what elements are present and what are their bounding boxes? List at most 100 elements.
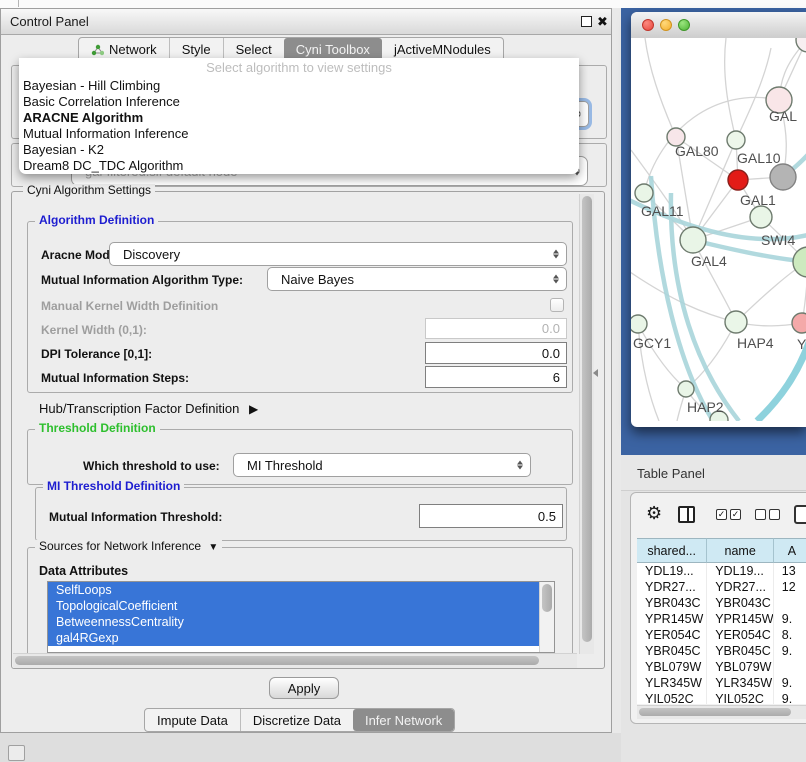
dropdown-placeholder: Select algorithm to view settings [19, 58, 579, 78]
node-label-gal1: GAL1 [740, 192, 776, 208]
sources-toggle[interactable]: Sources for Network Inference ▼ [35, 540, 222, 554]
table-cell: 8. [774, 627, 806, 643]
float-window-icon[interactable] [581, 16, 592, 27]
combo-arrows-icon [517, 461, 523, 470]
dpi-tolerance-label: DPI Tolerance [0,1]: [41, 347, 152, 361]
algorithm-option[interactable]: Bayesian - K2 [19, 142, 579, 158]
checked-box-icon: ✓ [716, 509, 727, 520]
table-toolbar: ⚙ ✓ ✓ [631, 493, 806, 537]
tab-label: Select [236, 42, 272, 57]
tab-label: Cyni Toolbox [296, 42, 370, 57]
table-cell: YDL19... [707, 563, 774, 579]
zoom-traffic-light-icon[interactable] [678, 19, 690, 31]
attribute-item[interactable]: gal4RGexp [48, 630, 554, 646]
expand-right-icon: ▶ [249, 402, 258, 416]
bottom-tab-impute-data[interactable]: Impute Data [145, 709, 240, 731]
select-all-icon[interactable]: ✓ ✓ [716, 509, 741, 520]
dock-mini-button[interactable] [8, 745, 25, 761]
close-traffic-light-icon[interactable] [642, 19, 654, 31]
which-threshold-combobox[interactable]: MI Threshold [233, 453, 531, 477]
table-cell: YIL052C [707, 691, 774, 704]
attributes-vertical-scrollbar[interactable] [539, 582, 554, 652]
sources-title: Sources for Network Inference [39, 539, 201, 553]
algorithm-option[interactable]: ARACNE Algorithm [19, 110, 579, 126]
mi-steps-field[interactable]: 6 [425, 366, 567, 388]
which-threshold-value: MI Threshold [247, 458, 323, 473]
bottom-tab-discretize-data[interactable]: Discretize Data [240, 709, 353, 731]
network-window: GALGAL80GAL10GAL1GAL11SWI4GAL4GCY1HAP4YH… [631, 12, 806, 427]
node-label-gcy1: GCY1 [633, 335, 671, 351]
mi-steps-value: 6 [553, 370, 560, 385]
table-cell: YLR345W [637, 675, 707, 691]
manual-kernel-checkbox[interactable] [550, 298, 564, 312]
table-row[interactable]: YBR045CYBR045C9. [637, 643, 806, 659]
algorithm-option[interactable]: Bayesian - Hill Climbing [19, 78, 579, 94]
mi-threshold-label: Mutual Information Threshold: [49, 510, 222, 524]
scrollbar-thumb[interactable] [582, 196, 592, 642]
table-cell: YDR27... [707, 579, 774, 595]
table-cell: 9. [774, 611, 806, 627]
column-header-2[interactable]: name [707, 538, 774, 563]
column-layout-icon[interactable] [678, 506, 695, 523]
table-cell: 9. [774, 691, 806, 704]
algorithm-option[interactable]: Mutual Information Inference [19, 126, 579, 142]
table-cell: YBL079W [707, 659, 774, 675]
table-cell: YIL052C [637, 691, 707, 704]
column-header-1[interactable]: shared... [637, 538, 707, 563]
control-panel: Control Panel ✖ NetworkStyleSelectCyni T… [0, 8, 612, 733]
table-cell: YPR145W [637, 611, 707, 627]
table-row[interactable]: YBL079WYBL079W [637, 659, 806, 675]
table-cell: 12 [774, 579, 806, 595]
network-window-titlebar[interactable] [631, 12, 806, 39]
network-canvas[interactable]: GALGAL80GAL10GAL1GAL11SWI4GAL4GCY1HAP4YH… [631, 38, 806, 421]
aracne-mode-combobox[interactable]: Discovery [109, 242, 567, 266]
node-label-gal4: GAL4 [691, 253, 727, 269]
table-cell: YBR045C [637, 643, 707, 659]
table-row[interactable]: YLR345WYLR345W9. [637, 675, 806, 691]
scrollbar-thumb[interactable] [542, 584, 552, 612]
settings-vertical-scrollbar[interactable] [579, 194, 594, 654]
table-row[interactable]: YIL052CYIL052C9. [637, 691, 806, 704]
scrollbar-thumb[interactable] [639, 708, 791, 716]
table-cell: YER054C [637, 627, 707, 643]
close-icon[interactable]: ✖ [597, 15, 608, 29]
table-horizontal-scrollbar[interactable] [637, 705, 806, 719]
column-header-3[interactable]: A [774, 538, 806, 563]
algorithm-option[interactable]: Dream8 DC_TDC Algorithm [19, 158, 579, 174]
scrollbar-thumb[interactable] [15, 656, 539, 665]
tab-label: Network [109, 42, 157, 57]
table-cell: 9. [774, 675, 806, 691]
deselect-all-icon[interactable] [755, 509, 780, 520]
bottom-tab-infer-network[interactable]: Infer Network [353, 709, 454, 731]
attribute-item[interactable]: SelfLoops [48, 582, 554, 598]
settings-horizontal-scrollbar[interactable] [13, 653, 577, 668]
dpi-tolerance-field[interactable]: 0.0 [425, 342, 567, 364]
table-row[interactable]: YER054CYER054C8. [637, 627, 806, 643]
table-cell: YBR043C [637, 595, 707, 611]
clipped-toolbar-icon[interactable] [794, 505, 806, 524]
table-row[interactable]: YDL19...YDL19...13 [637, 563, 806, 579]
mi-type-combobox[interactable]: Naive Bayes [267, 267, 567, 291]
attribute-item[interactable]: BetweennessCentrality [48, 614, 554, 630]
node-label-swi4: SWI4 [761, 232, 795, 248]
mi-type-value: Naive Bayes [281, 272, 354, 287]
algorithm-option[interactable]: Basic Correlation Inference [19, 94, 579, 110]
table-row[interactable]: YBR043CYBR043C [637, 595, 806, 611]
tab-label: Style [182, 42, 211, 57]
table-row[interactable]: YDR27...YDR27...12 [637, 579, 806, 595]
top-strip-tick [18, 0, 19, 7]
minimize-traffic-light-icon[interactable] [660, 19, 672, 31]
hub-definition-label: Hub/Transcription Factor Definition [39, 401, 239, 416]
hub-definition-toggle[interactable]: Hub/Transcription Factor Definition ▶ [39, 401, 258, 416]
table-row[interactable]: YPR145WYPR145W9. [637, 611, 806, 627]
data-attributes-list: SelfLoopsTopologicalCoefficientBetweenne… [47, 581, 555, 653]
expand-down-icon: ▼ [208, 542, 218, 553]
settings-gear-icon[interactable]: ⚙ [646, 503, 662, 524]
which-threshold-label: Which threshold to use: [83, 459, 220, 473]
network-icon [91, 44, 104, 56]
splitter-handle[interactable] [593, 369, 598, 377]
kernel-width-field: 0.0 [425, 318, 567, 339]
apply-button[interactable]: Apply [269, 677, 339, 699]
mi-threshold-field[interactable]: 0.5 [419, 504, 563, 528]
attribute-item[interactable]: TopologicalCoefficient [48, 598, 554, 614]
